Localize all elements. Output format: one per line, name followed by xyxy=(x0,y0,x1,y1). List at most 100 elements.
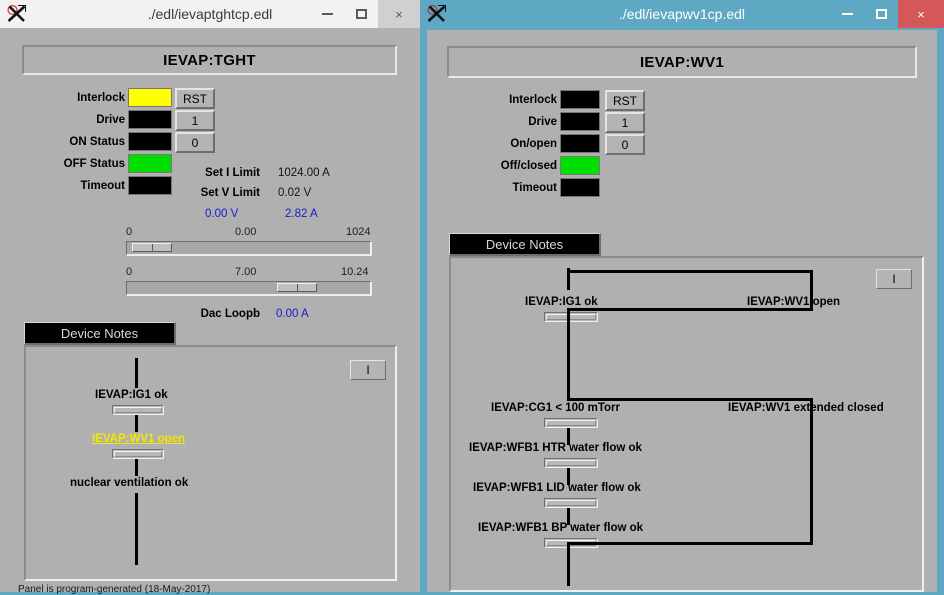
notes-item-wfb1-lid: IEVAP:WFB1 LID water flow ok xyxy=(473,482,641,494)
voltage-slider-max: 10.24 xyxy=(341,266,369,278)
status-label-timeout: Timeout xyxy=(80,180,125,192)
current-slider[interactable] xyxy=(126,241,372,256)
status-label-off-closed: Off/closed xyxy=(500,160,557,172)
right-window-controls: × xyxy=(830,0,944,28)
status-label-interlock: Interlock xyxy=(509,94,557,106)
notes-toggle-button-label: I xyxy=(892,272,896,286)
close-button[interactable]: × xyxy=(898,0,944,28)
status-label-timeout: Timeout xyxy=(512,182,557,194)
notes-box-wv1-open[interactable] xyxy=(112,449,164,459)
current-slider-value: 0.00 xyxy=(235,226,257,238)
drive-off-button[interactable]: 0 xyxy=(605,134,645,155)
status-led-interlock xyxy=(128,88,172,107)
voltage-slider[interactable] xyxy=(126,281,372,296)
dac-loopback-label: Dac Loopb xyxy=(200,308,260,320)
drive-on-button[interactable]: 1 xyxy=(175,110,215,131)
left-device-notes-panel: I IEVAP:IG1 ok IEVAP:WV1 open nuclear ve… xyxy=(24,345,397,581)
tab-device-notes-label: Device Notes xyxy=(60,325,139,341)
tab-device-notes[interactable]: Device Notes xyxy=(24,322,176,345)
notes-item-ig1: IEVAP:IG1 ok xyxy=(95,389,168,401)
drive-off-button-label: 0 xyxy=(621,137,629,152)
right-device-notes-panel: I IEVAP:IG1 ok IEVAP:WV1 open IEVAP:CG1 … xyxy=(449,256,924,592)
voltage-slider-thumb[interactable] xyxy=(277,283,317,292)
maximize-button[interactable] xyxy=(864,0,898,28)
notes-line-bottom xyxy=(567,542,570,586)
drive-on-button-label: 1 xyxy=(621,115,629,130)
set-v-limit-value: 0.02 V xyxy=(278,187,312,199)
minimize-button[interactable] xyxy=(310,0,344,28)
window-ievapwv1cp: ./edl/ievapwv1cp.edl × IEVAP:WV1 Interlo… xyxy=(420,0,944,592)
notes-box-ig1[interactable] xyxy=(544,312,598,322)
notes-item-wfb1-htr: IEVAP:WFB1 HTR water flow ok xyxy=(469,442,642,454)
notes-toggle-button-label: I xyxy=(366,363,370,377)
notes-item-wv1-extended-closed: IEVAP:WV1 extended closed xyxy=(728,402,884,414)
right-header-box: IEVAP:WV1 xyxy=(447,46,917,78)
minimize-button[interactable] xyxy=(830,0,864,28)
desktop: ./edl/ievaptghtcp.edl × IEVAP:TGHT Inter… xyxy=(0,0,944,595)
status-led-drive xyxy=(560,112,600,131)
status-label-on-status: ON Status xyxy=(69,136,125,148)
notes-toggle-button[interactable]: I xyxy=(350,360,386,380)
left-header-box: IEVAP:TGHT xyxy=(22,45,397,75)
status-led-off-closed xyxy=(560,156,600,175)
voltage-readout: 0.00 V xyxy=(205,208,239,220)
drive-off-button-label: 0 xyxy=(191,135,199,150)
drive-off-button[interactable]: 0 xyxy=(175,132,215,153)
set-v-limit-label: Set V Limit xyxy=(200,187,260,199)
status-led-timeout xyxy=(128,176,172,195)
status-led-on-open xyxy=(560,134,600,153)
voltage-slider-value: 7.00 xyxy=(235,266,257,278)
drive-on-button-label: 1 xyxy=(191,113,199,128)
set-i-limit-label: Set I Limit xyxy=(205,167,260,179)
current-readout: 2.82 A xyxy=(285,208,318,220)
notes-box-ig1[interactable] xyxy=(112,405,164,415)
right-header-label: IEVAP:WV1 xyxy=(639,53,725,71)
notes-item-wv1-open: IEVAP:WV1 open xyxy=(747,296,841,308)
status-led-off-status xyxy=(128,154,172,173)
current-slider-thumb[interactable] xyxy=(132,243,172,252)
reset-button-label: RST xyxy=(183,91,207,106)
left-header-label: IEVAP:TGHT xyxy=(163,51,256,69)
status-led-on-status xyxy=(128,132,172,151)
reset-button[interactable]: RST xyxy=(605,90,645,111)
status-label-interlock: Interlock xyxy=(77,92,125,104)
current-slider-min: 0 xyxy=(126,226,133,238)
status-label-off-status: OFF Status xyxy=(63,158,125,170)
status-label-drive: Drive xyxy=(528,116,557,128)
notes-item-wfb1-bp: IEVAP:WFB1 BP water flow ok xyxy=(478,522,644,534)
voltage-slider-min: 0 xyxy=(126,266,133,278)
reset-button-label: RST xyxy=(613,93,637,108)
notes-item-cg1: IEVAP:CG1 < 100 mTorr xyxy=(491,402,620,414)
notes-rung-2 xyxy=(567,308,813,311)
notes-rung-3 xyxy=(567,398,813,401)
notes-line-2 xyxy=(135,459,138,476)
left-footer-note: Panel is program-generated (18-May-2017) xyxy=(18,584,211,595)
notes-line-top xyxy=(135,358,138,388)
right-window-titlebar[interactable]: ./edl/ievapwv1cp.edl × xyxy=(420,0,944,28)
tab-device-notes[interactable]: Device Notes xyxy=(449,233,601,256)
notes-line-left-1 xyxy=(567,308,570,400)
notes-rung-1 xyxy=(567,270,813,273)
close-button[interactable]: × xyxy=(378,0,420,28)
tab-device-notes-label: Device Notes xyxy=(485,236,564,252)
notes-box-wfb1-lid[interactable] xyxy=(544,498,598,508)
reset-button[interactable]: RST xyxy=(175,88,215,109)
left-window-titlebar[interactable]: ./edl/ievaptghtcp.edl × xyxy=(0,0,420,28)
drive-on-button[interactable]: 1 xyxy=(605,112,645,133)
set-i-limit-value: 1024.00 A xyxy=(278,167,330,179)
right-panel-body: IEVAP:WV1 Interlock Drive On/open Off/cl… xyxy=(427,30,937,592)
window-ievaptghtcp: ./edl/ievaptghtcp.edl × IEVAP:TGHT Inter… xyxy=(0,0,420,595)
current-slider-max: 1024 xyxy=(346,226,371,238)
status-led-interlock xyxy=(560,90,600,109)
maximize-button[interactable] xyxy=(344,0,378,28)
notes-rung-4 xyxy=(567,542,813,545)
notes-line-1 xyxy=(135,415,138,432)
notes-line-right-2 xyxy=(810,398,813,543)
notes-box-cg1[interactable] xyxy=(544,418,598,428)
notes-item-nuclear-ventilation: nuclear ventilation ok xyxy=(70,477,189,489)
status-label-drive: Drive xyxy=(96,114,125,126)
notes-box-wfb1-htr[interactable] xyxy=(544,458,598,468)
notes-line-bottom xyxy=(135,493,138,565)
left-window-controls: × xyxy=(310,0,420,28)
notes-toggle-button[interactable]: I xyxy=(876,269,912,289)
